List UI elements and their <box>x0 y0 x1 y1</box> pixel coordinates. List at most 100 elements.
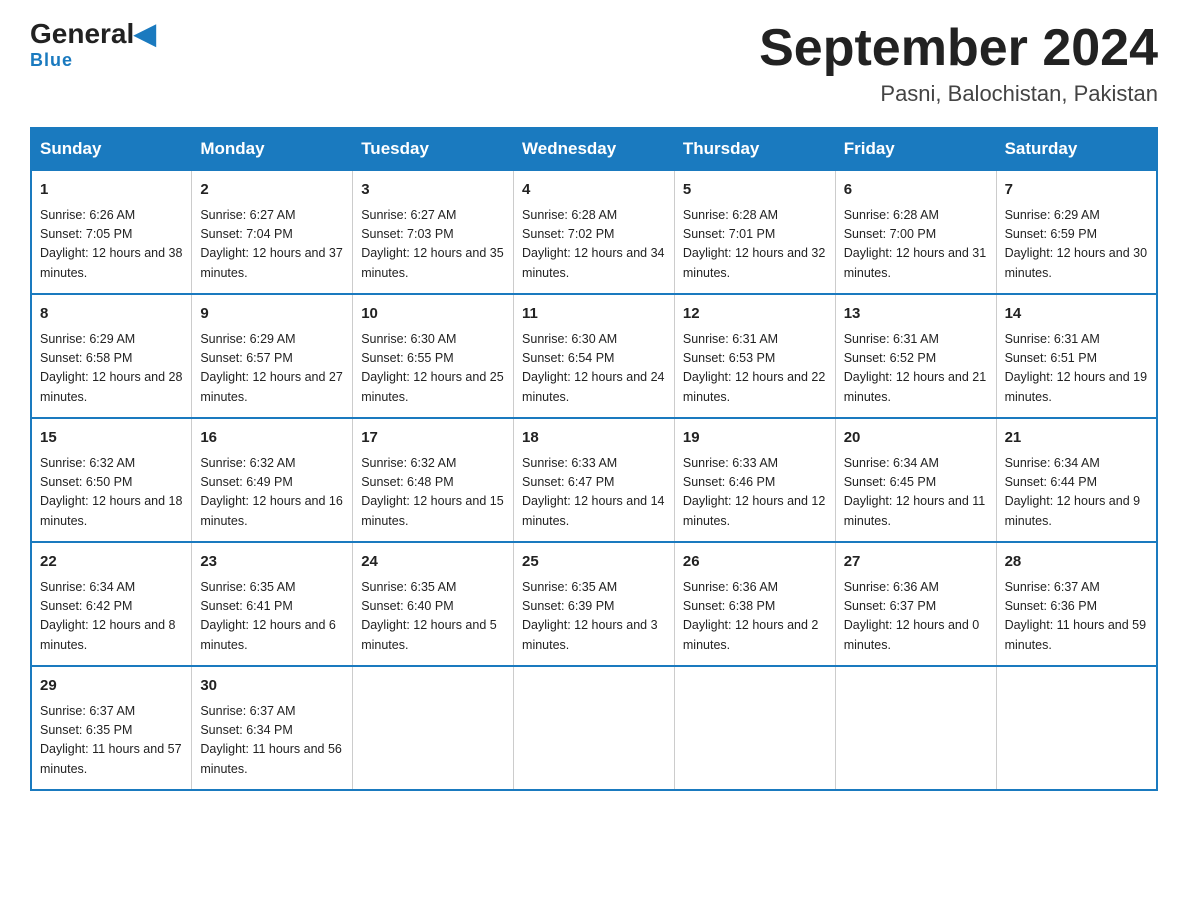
day-info: Sunrise: 6:32 AMSunset: 6:50 PMDaylight:… <box>40 456 182 528</box>
logo: General◀ Blue <box>30 20 156 71</box>
day-number: 16 <box>200 427 344 450</box>
day-number: 2 <box>200 179 344 202</box>
calendar-cell <box>353 666 514 790</box>
day-info: Sunrise: 6:34 AMSunset: 6:45 PMDaylight:… <box>844 456 986 528</box>
calendar-cell: 14 Sunrise: 6:31 AMSunset: 6:51 PMDayligh… <box>996 294 1157 418</box>
calendar-cell: 21 Sunrise: 6:34 AMSunset: 6:44 PMDayligh… <box>996 418 1157 542</box>
day-info: Sunrise: 6:37 AMSunset: 6:34 PMDaylight:… <box>200 704 342 776</box>
day-info: Sunrise: 6:37 AMSunset: 6:36 PMDaylight:… <box>1005 580 1147 652</box>
calendar-title: September 2024 <box>759 20 1158 77</box>
column-header-friday: Friday <box>835 128 996 170</box>
day-info: Sunrise: 6:37 AMSunset: 6:35 PMDaylight:… <box>40 704 182 776</box>
day-info: Sunrise: 6:34 AMSunset: 6:42 PMDaylight:… <box>40 580 176 652</box>
calendar-cell: 6 Sunrise: 6:28 AMSunset: 7:00 PMDaylight… <box>835 170 996 294</box>
calendar-cell: 13Sunrise: 6:31 AMSunset: 6:52 PMDayligh… <box>835 294 996 418</box>
calendar-cell <box>835 666 996 790</box>
calendar-cell: 28 Sunrise: 6:37 AMSunset: 6:36 PMDayligh… <box>996 542 1157 666</box>
calendar-cell: 10Sunrise: 6:30 AMSunset: 6:55 PMDayligh… <box>353 294 514 418</box>
calendar-subtitle: Pasni, Balochistan, Pakistan <box>759 81 1158 107</box>
day-info: Sunrise: 6:35 AMSunset: 6:39 PMDaylight:… <box>522 580 658 652</box>
day-info: Sunrise: 6:33 AMSunset: 6:47 PMDaylight:… <box>522 456 664 528</box>
day-number: 15 <box>40 427 183 450</box>
calendar-cell: 22 Sunrise: 6:34 AMSunset: 6:42 PMDayligh… <box>31 542 192 666</box>
day-number: 21 <box>1005 427 1148 450</box>
page-header: General◀ Blue September 2024 Pasni, Balo… <box>30 20 1158 107</box>
day-number: 6 <box>844 179 988 202</box>
day-info: Sunrise: 6:27 AMSunset: 7:03 PMDaylight:… <box>361 208 503 280</box>
day-number: 8 <box>40 303 183 326</box>
calendar-cell: 25Sunrise: 6:35 AMSunset: 6:39 PMDayligh… <box>514 542 675 666</box>
calendar-cell: 23 Sunrise: 6:35 AMSunset: 6:41 PMDayligh… <box>192 542 353 666</box>
calendar-cell: 11 Sunrise: 6:30 AMSunset: 6:54 PMDayligh… <box>514 294 675 418</box>
day-number: 10 <box>361 303 505 326</box>
day-info: Sunrise: 6:29 AMSunset: 6:58 PMDaylight:… <box>40 332 182 404</box>
calendar-table: SundayMondayTuesdayWednesdayThursdayFrid… <box>30 127 1158 791</box>
day-number: 22 <box>40 551 183 574</box>
day-number: 14 <box>1005 303 1148 326</box>
column-header-thursday: Thursday <box>674 128 835 170</box>
day-number: 27 <box>844 551 988 574</box>
calendar-cell: 5Sunrise: 6:28 AMSunset: 7:01 PMDaylight… <box>674 170 835 294</box>
day-info: Sunrise: 6:28 AMSunset: 7:00 PMDaylight:… <box>844 208 986 280</box>
day-info: Sunrise: 6:34 AMSunset: 6:44 PMDaylight:… <box>1005 456 1141 528</box>
day-number: 3 <box>361 179 505 202</box>
day-info: Sunrise: 6:31 AMSunset: 6:53 PMDaylight:… <box>683 332 825 404</box>
calendar-cell: 17Sunrise: 6:32 AMSunset: 6:48 PMDayligh… <box>353 418 514 542</box>
calendar-cell: 4Sunrise: 6:28 AMSunset: 7:02 PMDaylight… <box>514 170 675 294</box>
day-number: 11 <box>522 303 666 326</box>
day-number: 30 <box>200 675 344 698</box>
calendar-cell <box>996 666 1157 790</box>
calendar-cell: 30 Sunrise: 6:37 AMSunset: 6:34 PMDayligh… <box>192 666 353 790</box>
day-number: 18 <box>522 427 666 450</box>
calendar-cell: 16 Sunrise: 6:32 AMSunset: 6:49 PMDayligh… <box>192 418 353 542</box>
day-number: 23 <box>200 551 344 574</box>
day-info: Sunrise: 6:35 AMSunset: 6:41 PMDaylight:… <box>200 580 336 652</box>
day-info: Sunrise: 6:28 AMSunset: 7:02 PMDaylight:… <box>522 208 664 280</box>
day-info: Sunrise: 6:31 AMSunset: 6:52 PMDaylight:… <box>844 332 986 404</box>
day-number: 7 <box>1005 179 1148 202</box>
day-number: 5 <box>683 179 827 202</box>
calendar-cell: 27 Sunrise: 6:36 AMSunset: 6:37 PMDayligh… <box>835 542 996 666</box>
day-info: Sunrise: 6:32 AMSunset: 6:49 PMDaylight:… <box>200 456 342 528</box>
day-info: Sunrise: 6:27 AMSunset: 7:04 PMDaylight:… <box>200 208 342 280</box>
title-block: September 2024 Pasni, Balochistan, Pakis… <box>759 20 1158 107</box>
calendar-cell: 12 Sunrise: 6:31 AMSunset: 6:53 PMDayligh… <box>674 294 835 418</box>
day-number: 20 <box>844 427 988 450</box>
column-header-monday: Monday <box>192 128 353 170</box>
calendar-cell: 9 Sunrise: 6:29 AMSunset: 6:57 PMDaylight… <box>192 294 353 418</box>
day-number: 12 <box>683 303 827 326</box>
day-number: 28 <box>1005 551 1148 574</box>
calendar-cell: 29Sunrise: 6:37 AMSunset: 6:35 PMDayligh… <box>31 666 192 790</box>
calendar-cell: 19Sunrise: 6:33 AMSunset: 6:46 PMDayligh… <box>674 418 835 542</box>
day-number: 1 <box>40 179 183 202</box>
day-info: Sunrise: 6:33 AMSunset: 6:46 PMDaylight:… <box>683 456 825 528</box>
calendar-cell: 20 Sunrise: 6:34 AMSunset: 6:45 PMDayligh… <box>835 418 996 542</box>
column-header-tuesday: Tuesday <box>353 128 514 170</box>
day-info: Sunrise: 6:32 AMSunset: 6:48 PMDaylight:… <box>361 456 503 528</box>
calendar-header-row: SundayMondayTuesdayWednesdayThursdayFrid… <box>31 128 1157 170</box>
week-row-3: 15 Sunrise: 6:32 AMSunset: 6:50 PMDayligh… <box>31 418 1157 542</box>
calendar-cell: 24 Sunrise: 6:35 AMSunset: 6:40 PMDayligh… <box>353 542 514 666</box>
logo-blue-text: Blue <box>30 50 73 71</box>
day-number: 26 <box>683 551 827 574</box>
logo-triangle-icon: ◀ <box>134 18 156 49</box>
calendar-cell <box>514 666 675 790</box>
day-info: Sunrise: 6:31 AMSunset: 6:51 PMDaylight:… <box>1005 332 1147 404</box>
day-info: Sunrise: 6:36 AMSunset: 6:37 PMDaylight:… <box>844 580 980 652</box>
column-header-sunday: Sunday <box>31 128 192 170</box>
week-row-2: 8 Sunrise: 6:29 AMSunset: 6:58 PMDaylight… <box>31 294 1157 418</box>
day-info: Sunrise: 6:30 AMSunset: 6:54 PMDaylight:… <box>522 332 664 404</box>
logo-text: General◀ <box>30 20 156 48</box>
calendar-cell: 26 Sunrise: 6:36 AMSunset: 6:38 PMDayligh… <box>674 542 835 666</box>
calendar-cell: 7 Sunrise: 6:29 AMSunset: 6:59 PMDaylight… <box>996 170 1157 294</box>
day-number: 24 <box>361 551 505 574</box>
calendar-cell <box>674 666 835 790</box>
day-number: 9 <box>200 303 344 326</box>
day-info: Sunrise: 6:29 AMSunset: 6:59 PMDaylight:… <box>1005 208 1147 280</box>
day-info: Sunrise: 6:35 AMSunset: 6:40 PMDaylight:… <box>361 580 497 652</box>
week-row-5: 29Sunrise: 6:37 AMSunset: 6:35 PMDayligh… <box>31 666 1157 790</box>
day-info: Sunrise: 6:29 AMSunset: 6:57 PMDaylight:… <box>200 332 342 404</box>
day-info: Sunrise: 6:36 AMSunset: 6:38 PMDaylight:… <box>683 580 819 652</box>
day-info: Sunrise: 6:26 AMSunset: 7:05 PMDaylight:… <box>40 208 182 280</box>
calendar-cell: 1 Sunrise: 6:26 AMSunset: 7:05 PMDaylight… <box>31 170 192 294</box>
